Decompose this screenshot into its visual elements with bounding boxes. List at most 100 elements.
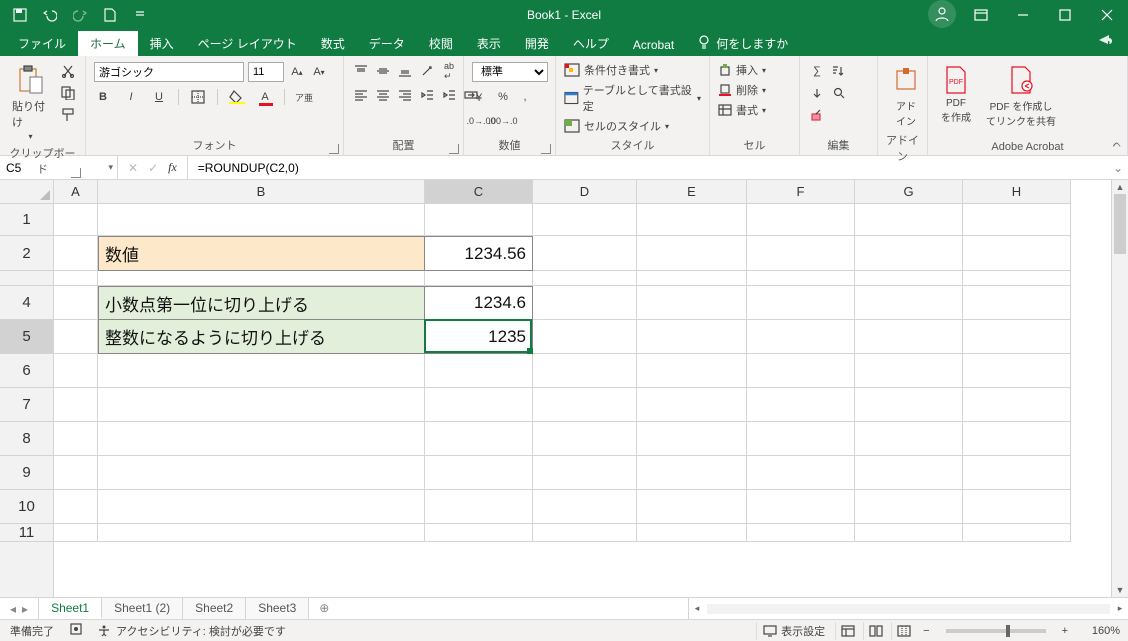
cell-E4[interactable] xyxy=(637,286,747,320)
save-icon[interactable] xyxy=(8,3,32,27)
cell-B5[interactable]: 整数になるように切り上げる xyxy=(98,320,425,354)
font-dialog-launcher[interactable] xyxy=(329,144,339,154)
sheet-prev-icon[interactable]: ◂ xyxy=(10,602,16,616)
cell-B9[interactable] xyxy=(98,456,425,490)
tab-developer[interactable]: 開発 xyxy=(513,31,561,56)
tab-review[interactable]: 校閲 xyxy=(417,31,465,56)
cell-G10[interactable] xyxy=(855,490,963,524)
tab-page-layout[interactable]: ページ レイアウト xyxy=(186,31,309,56)
vertical-scrollbar[interactable]: ▲ ▼ xyxy=(1111,180,1128,597)
cell-A1[interactable] xyxy=(54,204,98,236)
cell-B1[interactable] xyxy=(98,204,425,236)
cell-G7[interactable] xyxy=(855,388,963,422)
cell-C4[interactable]: 1234.6 xyxy=(425,286,533,320)
new-doc-icon[interactable] xyxy=(98,3,122,27)
row-header-7[interactable]: 7 xyxy=(0,388,53,422)
cell-E6[interactable] xyxy=(637,354,747,388)
cell-D8[interactable] xyxy=(533,422,637,456)
cell-E5[interactable] xyxy=(637,320,747,354)
underline-button[interactable]: U xyxy=(150,88,168,106)
sheet-tab-Sheet3[interactable]: Sheet3 xyxy=(246,598,309,619)
cell-B11[interactable] xyxy=(98,524,425,542)
sheet-tab-Sheet1-(2)[interactable]: Sheet1 (2) xyxy=(102,598,183,619)
sort-filter-icon[interactable] xyxy=(830,62,848,80)
account-icon[interactable] xyxy=(928,0,956,28)
zoom-in-button[interactable]: + xyxy=(1058,625,1072,637)
col-header-F[interactable]: F xyxy=(747,180,855,203)
sheet-tab-Sheet1[interactable]: Sheet1 xyxy=(39,598,102,619)
decrease-indent-icon[interactable] xyxy=(418,86,436,104)
cell-F7[interactable] xyxy=(747,388,855,422)
autosum-icon[interactable]: ∑ xyxy=(808,62,826,80)
normal-view-icon[interactable] xyxy=(835,622,859,640)
cell-E7[interactable] xyxy=(637,388,747,422)
display-settings-button[interactable]: 表示設定 xyxy=(756,622,831,640)
cell-B7[interactable] xyxy=(98,388,425,422)
add-sheet-button[interactable]: ⊕ xyxy=(309,598,339,619)
row-header-8[interactable]: 8 xyxy=(0,422,53,456)
align-top-icon[interactable] xyxy=(352,62,370,80)
cell-G2[interactable] xyxy=(855,236,963,271)
cell-C1[interactable] xyxy=(425,204,533,236)
minimize-button[interactable] xyxy=(1002,0,1044,30)
cells-area[interactable]: 数値1234.56小数点第一位に切り上げる1234.6整数になるように切り上げる… xyxy=(54,204,1111,597)
cell-E9[interactable] xyxy=(637,456,747,490)
cell-A4[interactable] xyxy=(54,286,98,320)
cell-C5[interactable]: 1235 xyxy=(425,320,533,354)
clear-icon[interactable] xyxy=(808,106,826,124)
percent-icon[interactable]: % xyxy=(494,88,512,106)
addin-button[interactable]: アド イン xyxy=(886,62,926,130)
cell-E2[interactable] xyxy=(637,236,747,271)
cell-A11[interactable] xyxy=(54,524,98,542)
increase-decimal-icon[interactable]: .0→.00 xyxy=(472,112,490,130)
cell-E3[interactable] xyxy=(637,271,747,286)
table-format-button[interactable]: テーブルとして書式設定▾ xyxy=(564,82,701,114)
cell-G3[interactable] xyxy=(855,271,963,286)
tab-formulas[interactable]: 数式 xyxy=(309,31,357,56)
expand-formula-bar-icon[interactable]: ⌄ xyxy=(1108,156,1128,179)
undo-icon[interactable] xyxy=(38,3,62,27)
cell-C9[interactable] xyxy=(425,456,533,490)
align-dialog-launcher[interactable] xyxy=(449,144,459,154)
cell-H1[interactable] xyxy=(963,204,1071,236)
cell-A9[interactable] xyxy=(54,456,98,490)
cell-A3[interactable] xyxy=(54,271,98,286)
cell-C2[interactable]: 1234.56 xyxy=(425,236,533,271)
name-box[interactable]: C5▾ xyxy=(0,156,118,179)
cell-B10[interactable] xyxy=(98,490,425,524)
tab-file[interactable]: ファイル xyxy=(6,31,78,56)
cell-G8[interactable] xyxy=(855,422,963,456)
tell-me-search[interactable]: 何をしますか xyxy=(686,31,800,56)
select-all-corner[interactable] xyxy=(0,180,54,204)
cell-A5[interactable] xyxy=(54,320,98,354)
bold-button[interactable]: B xyxy=(94,88,112,106)
align-right-icon[interactable] xyxy=(396,86,414,104)
font-name-input[interactable] xyxy=(94,62,244,82)
cell-H11[interactable] xyxy=(963,524,1071,542)
number-dialog-launcher[interactable] xyxy=(541,144,551,154)
zoom-out-button[interactable]: − xyxy=(919,625,933,637)
enter-formula-icon[interactable]: ✓ xyxy=(148,161,158,175)
cell-H2[interactable] xyxy=(963,236,1071,271)
name-box-dropdown-icon[interactable]: ▾ xyxy=(108,162,113,173)
cell-F3[interactable] xyxy=(747,271,855,286)
cell-B4[interactable]: 小数点第一位に切り上げる xyxy=(98,286,425,320)
row-header-9[interactable]: 9 xyxy=(0,456,53,490)
cell-F4[interactable] xyxy=(747,286,855,320)
row-header-blank[interactable] xyxy=(0,271,53,286)
tab-home[interactable]: ホーム xyxy=(78,31,138,56)
number-format-select[interactable]: 標準 xyxy=(472,62,548,82)
row-header-4[interactable]: 4 xyxy=(0,286,53,320)
scroll-down-icon[interactable]: ▼ xyxy=(1112,583,1128,597)
insert-cells-button[interactable]: 挿入▾ xyxy=(718,62,766,78)
copy-icon[interactable] xyxy=(59,84,77,102)
col-header-G[interactable]: G xyxy=(855,180,963,203)
align-bottom-icon[interactable] xyxy=(396,62,414,80)
col-header-A[interactable]: A xyxy=(54,180,98,203)
row-header-1[interactable]: 1 xyxy=(0,204,53,236)
cell-D2[interactable] xyxy=(533,236,637,271)
cell-D6[interactable] xyxy=(533,354,637,388)
cell-C8[interactable] xyxy=(425,422,533,456)
cell-H3[interactable] xyxy=(963,271,1071,286)
row-header-6[interactable]: 6 xyxy=(0,354,53,388)
